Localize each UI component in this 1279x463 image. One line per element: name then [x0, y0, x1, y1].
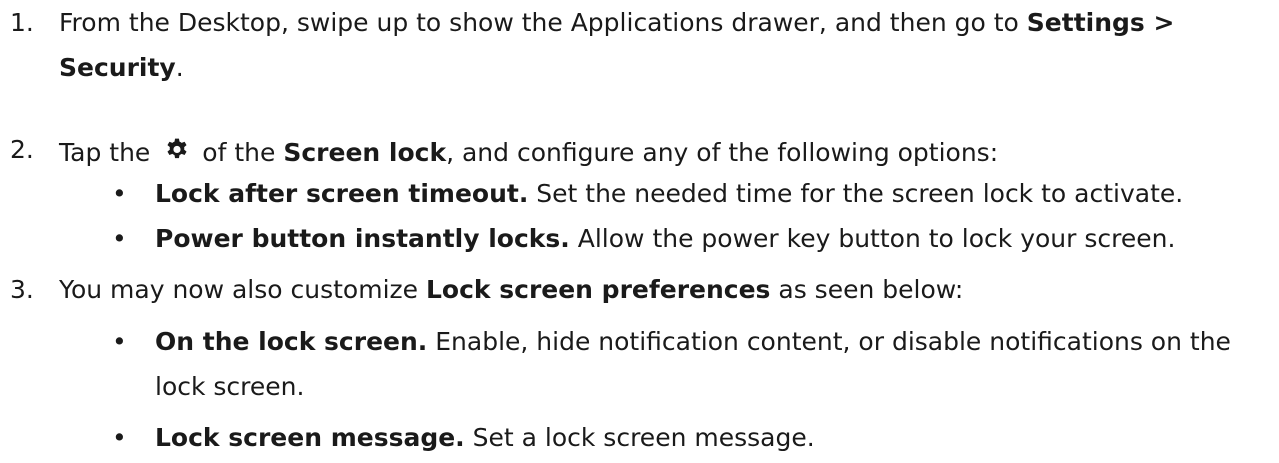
step-bold-text: Lock screen preferences [425, 275, 771, 304]
bullet-text: Enable, hide notification content, or di… [427, 327, 1231, 356]
gear-icon [164, 137, 190, 163]
step-text: , and configure any of the following opt… [446, 138, 999, 167]
bullet-text: lock screen. [155, 372, 305, 401]
step-number: 1. [10, 8, 34, 37]
step-text: as seen below: [770, 275, 964, 304]
bullet-bold-text: On the lock screen. [155, 327, 428, 356]
bullet-dot: • [112, 179, 127, 208]
step-text: From the Desktop, swipe up to show the A… [59, 8, 1027, 37]
bullet-bold-text: Lock screen message. [155, 423, 465, 452]
bullet-text: Set the needed time for the screen lock … [528, 179, 1184, 208]
bullet-bold-text: Power button instantly locks. [155, 224, 570, 253]
bullet-dot: • [112, 423, 127, 452]
step-bold-text: Screen lock [283, 138, 447, 167]
step-number: 2. [10, 135, 34, 164]
bullet-dot: • [112, 327, 127, 356]
step-text: of the [202, 138, 284, 167]
step-bold-text: Settings > [1026, 8, 1175, 37]
step-text: You may now also customize [59, 275, 426, 304]
step-number: 3. [10, 275, 34, 304]
bullet-text: Allow the power key button to lock your … [569, 224, 1176, 253]
step-bold-text: Security [59, 53, 176, 82]
bullet-dot: • [112, 224, 127, 253]
bullet-text: Set a lock screen message. [464, 423, 815, 452]
bullet-bold-text: Lock after screen timeout. [155, 179, 529, 208]
step-text: . [175, 53, 184, 82]
step-text: Tap the [59, 138, 151, 167]
